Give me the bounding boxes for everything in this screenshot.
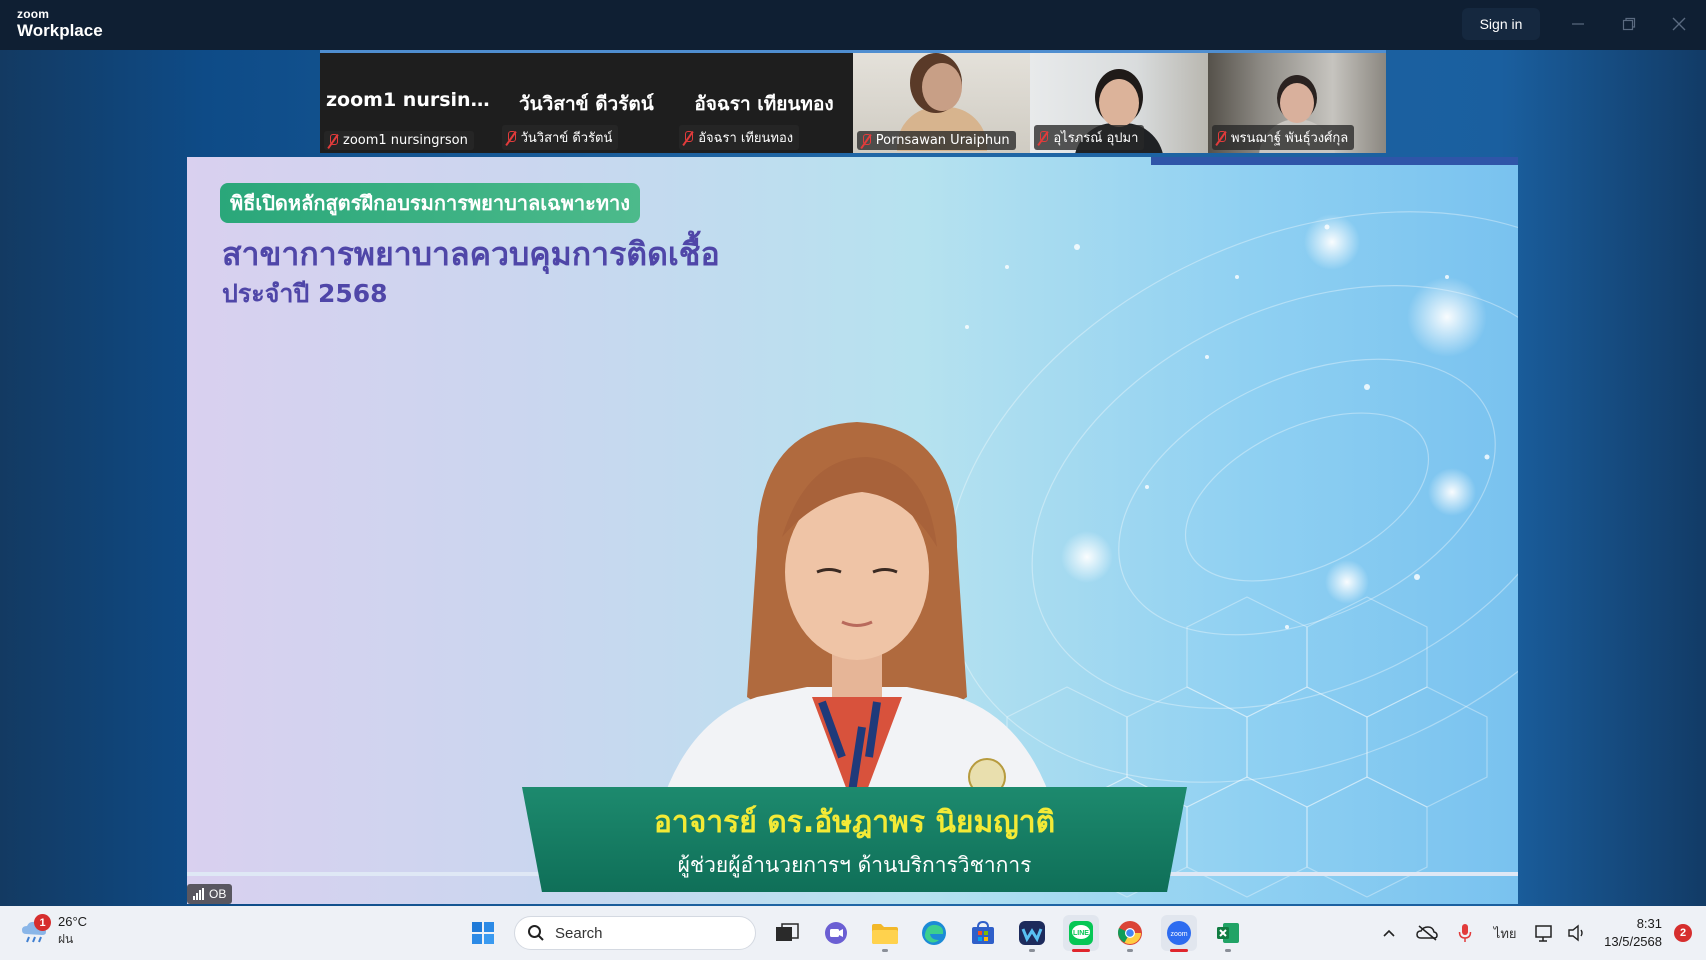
taskbar-apps: Search LINE zoom (465, 913, 1246, 953)
participant-display-name: วันวิสาข์ ดีวรัตน์ (519, 93, 654, 115)
svg-text:LINE: LINE (1073, 930, 1089, 937)
zoom-workplace-logo: zoom Workplace (17, 8, 103, 39)
participant-label-text: อุไรภรณ์ อุปมา (1053, 131, 1139, 146)
brand-small: zoom (17, 7, 50, 21)
input-language[interactable]: ไทย (1488, 918, 1522, 948)
shared-screen[interactable]: พิธีเปิดหลักสูตรฝึกอบรมการพยาบาลเฉพาะทาง… (187, 157, 1518, 904)
webex-icon[interactable] (1014, 915, 1050, 952)
participant-tile[interactable]: วันวิสาข์ ดีวรัตน์ วันวิสาข์ ดีวรัตน์ (497, 53, 676, 153)
participant-name-label: zoom1 nursingrson (324, 131, 474, 150)
clock-time: 8:31 (1636, 916, 1662, 932)
title-bar: zoom Workplace Sign in (0, 0, 1706, 50)
mic-muted-icon (1216, 130, 1226, 145)
svg-text:zoom: zoom (1170, 931, 1187, 938)
participant-name-label: วันวิสาข์ ดีวรัตน์ (501, 125, 619, 150)
participant-name-label: อุไรภรณ์ อุปมา (1034, 125, 1145, 150)
start-button[interactable] (465, 915, 501, 951)
file-explorer-icon[interactable] (867, 915, 903, 952)
system-clock[interactable]: 8:31 13/5/2568 (1604, 915, 1662, 950)
microphone-icon[interactable] (1450, 918, 1480, 948)
teams-chat-icon[interactable] (818, 915, 854, 951)
rain-cloud-icon: 1 (20, 914, 51, 943)
taskbar-search[interactable]: Search (514, 916, 756, 950)
participant-label-text: พรนฌาฐ์ พันธุ์วงศ์กุล (1230, 131, 1349, 146)
speaker-role: ผู้ช่วยผู้อำนวยการฯ ด้านบริการวิชาการ (677, 853, 1032, 877)
search-placeholder: Search (555, 924, 603, 942)
signal-bars-icon (193, 888, 204, 900)
search-icon (528, 925, 544, 941)
minimize-icon[interactable] (1563, 10, 1593, 38)
sign-in-button[interactable]: Sign in (1462, 8, 1540, 40)
weather-condition: ฝน (58, 931, 74, 946)
mic-muted-icon (506, 130, 516, 145)
weather-temp: 26°C (58, 914, 88, 929)
chrome-browser-icon[interactable] (1112, 915, 1148, 952)
participant-name-label: Pornsawan Uraiphun (856, 131, 1016, 150)
participant-display-name: อัจฉรา เทียนทอง (694, 93, 834, 115)
microsoft-store-icon[interactable] (965, 915, 1001, 951)
line-app-icon[interactable]: LINE (1063, 915, 1099, 952)
speaker-lower-third: อาจารย์ ดร.อัษฎาพร นิยมญาติ ผู้ช่วยผู้อำ… (522, 787, 1187, 892)
connection-quality-badge[interactable]: OB (187, 884, 233, 904)
brand-big: Workplace (17, 21, 103, 40)
participant-video-tile[interactable]: พรนฌาฐ์ พันธุ์วงศ์กุล (1207, 53, 1386, 153)
zoom-app-icon[interactable]: zoom (1161, 915, 1197, 952)
system-tray: ไทย 8:31 13/5/2568 2 (1366, 906, 1706, 960)
participant-tile[interactable]: zoom1 nursingr... zoom1 nursingrson (320, 53, 498, 153)
windows-logo-icon (472, 922, 494, 944)
speaker-name: อาจารย์ ดร.อัษฎาพร นิยมญาติ (653, 805, 1056, 840)
participant-video-tile[interactable]: Pornsawan Uraiphun (852, 53, 1031, 153)
restore-icon[interactable] (1614, 10, 1644, 38)
participant-label-text: อัจฉรา เทียนทอง (698, 131, 794, 146)
mic-muted-icon (328, 133, 338, 148)
network-display-icon[interactable] (1530, 918, 1560, 948)
task-view-icon[interactable] (769, 915, 805, 951)
chevron-up-icon[interactable] (1374, 918, 1404, 948)
weather-widget[interactable]: 1 26°C ฝน (20, 914, 87, 949)
share-top-accent (1151, 157, 1518, 165)
participant-label-text: วันวิสาข์ ดีวรัตน์ (520, 131, 613, 146)
quality-label: OB (209, 887, 227, 901)
slide-headline: สาขาการพยาบาลควบคุมการติดเชื้อ (222, 235, 720, 273)
close-icon[interactable] (1664, 10, 1694, 38)
participant-label-text: Pornsawan Uraiphun (875, 133, 1010, 148)
participant-video-tile[interactable]: อุไรภรณ์ อุปมา (1030, 53, 1208, 153)
slide-tagline: พิธีเปิดหลักสูตรฝึกอบรมการพยาบาลเฉพาะทาง (220, 183, 641, 223)
participant-label-text: zoom1 nursingrson (343, 133, 468, 148)
slide-subhead: ประจำปี 2568 (222, 279, 388, 308)
windows-taskbar: 1 26°C ฝน Search LINE zoom ไทย 8:31 13/5… (0, 906, 1706, 960)
onedrive-offline-icon[interactable] (1412, 918, 1442, 948)
edge-browser-icon[interactable] (916, 915, 952, 951)
participant-name-label: พรนฌาฐ์ พันธุ์วงศ์กุล (1211, 125, 1355, 150)
volume-icon[interactable] (1562, 918, 1592, 948)
participant-tile[interactable]: อัจฉรา เทียนทอง อัจฉรา เทียนทอง (675, 53, 853, 153)
participant-display-name: zoom1 nursingr... (326, 89, 498, 111)
mic-muted-icon (1038, 130, 1049, 145)
clock-date: 13/5/2568 (1604, 934, 1662, 949)
notification-badge[interactable]: 2 (1674, 924, 1692, 942)
participant-strip[interactable]: zoom1 nursingr... zoom1 nursingrson วันว… (320, 53, 1386, 153)
mic-muted-icon (683, 130, 694, 145)
mic-muted-icon (861, 133, 871, 148)
participant-name-label: อัจฉรา เทียนทอง (679, 125, 800, 150)
excel-icon[interactable] (1210, 915, 1246, 952)
